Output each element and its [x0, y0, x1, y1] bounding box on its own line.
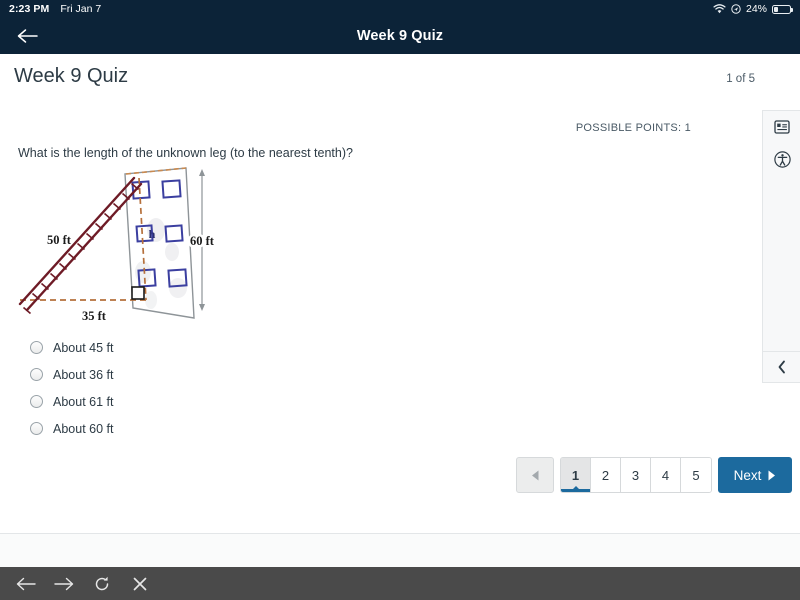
question-text: What is the length of the unknown leg (t…	[18, 146, 353, 160]
close-x-icon	[132, 576, 148, 592]
status-bar: 2:23 PM Fri Jan 7 24%	[0, 0, 800, 18]
active-page-caret	[571, 486, 580, 490]
status-bar-time: 2:23 PM	[9, 3, 50, 15]
question-diagram: 50 ft 35 ft 60 ft h	[6, 160, 236, 332]
pagination: 1 2 3 4 5 Next	[516, 457, 792, 493]
question-list-icon	[774, 119, 790, 135]
triangle-right-icon	[767, 470, 776, 481]
screen: 2:23 PM Fri Jan 7 24% Week 9 Quiz Week 9…	[0, 0, 800, 600]
pagination-numbers: 1 2 3 4 5	[560, 457, 712, 493]
browser-back-button[interactable]	[16, 574, 36, 594]
pagination-page-2[interactable]: 2	[591, 458, 621, 492]
accessibility-button[interactable]	[763, 143, 800, 175]
page-title: Week 9 Quiz	[14, 65, 129, 87]
pagination-page-5[interactable]: 5	[681, 458, 711, 492]
answer-label: About 60 ft	[53, 421, 114, 436]
radio-button[interactable]	[30, 341, 43, 354]
nav-title: Week 9 Quiz	[356, 28, 444, 44]
pagination-page-4[interactable]: 4	[651, 458, 681, 492]
answer-label: About 61 ft	[53, 394, 114, 409]
answer-label: About 36 ft	[53, 367, 114, 382]
page-header: Week 9 Quiz 1 of 5	[0, 54, 800, 104]
possible-points-label: POSSIBLE POINTS: 1	[575, 122, 691, 134]
rail-collapse-button[interactable]	[762, 351, 800, 383]
ladder-building-figure: 50 ft 35 ft 60 ft h	[18, 167, 217, 323]
building-height-label: 60 ft	[190, 234, 215, 248]
battery-icon	[772, 4, 793, 14]
browser-close-button[interactable]	[130, 574, 150, 594]
location-services-icon	[731, 4, 741, 14]
pagination-page-3[interactable]: 3	[621, 458, 651, 492]
answer-option-2[interactable]: About 36 ft	[30, 361, 450, 388]
chevron-left-icon	[777, 360, 787, 374]
wifi-icon	[713, 4, 726, 14]
pagination-page-1[interactable]: 1	[561, 458, 591, 492]
answer-option-4[interactable]: About 60 ft	[30, 415, 450, 442]
status-bar-indicators: 24%	[713, 3, 793, 15]
next-button-label: Next	[733, 467, 762, 483]
status-bar-date: Fri Jan 7	[60, 3, 102, 15]
browser-toolbar	[0, 567, 800, 600]
answer-label: About 45 ft	[53, 340, 114, 355]
browser-reload-button[interactable]	[92, 574, 112, 594]
arrow-left-icon	[16, 27, 38, 45]
answer-option-1[interactable]: About 45 ft	[30, 334, 450, 361]
ladder-length-label: 50 ft	[47, 233, 72, 247]
arrow-right-icon	[54, 576, 74, 592]
footer-band	[0, 533, 800, 567]
reload-icon	[93, 575, 111, 593]
page-counter: 1 of 5	[726, 73, 755, 85]
ground-length-label: 35 ft	[82, 309, 107, 323]
next-button[interactable]: Next	[718, 457, 792, 493]
answer-option-3[interactable]: About 61 ft	[30, 388, 450, 415]
question-list-button[interactable]	[763, 111, 800, 143]
radio-button[interactable]	[30, 395, 43, 408]
nav-back-button[interactable]	[10, 18, 44, 54]
accessibility-icon	[773, 150, 791, 168]
browser-forward-button[interactable]	[54, 574, 74, 594]
unknown-leg-label: h	[149, 227, 156, 241]
arrow-left-icon	[16, 576, 36, 592]
radio-button[interactable]	[30, 368, 43, 381]
right-rail	[762, 110, 800, 380]
radio-button[interactable]	[30, 422, 43, 435]
triangle-left-icon	[531, 470, 540, 481]
ladder	[18, 176, 143, 315]
answer-choices: About 45 ft About 36 ft About 61 ft Abou…	[30, 334, 450, 442]
battery-percent: 24%	[745, 3, 767, 15]
pagination-prev-button[interactable]	[516, 457, 554, 493]
app-nav-bar: Week 9 Quiz	[0, 18, 800, 54]
right-angle-marker	[131, 286, 145, 300]
